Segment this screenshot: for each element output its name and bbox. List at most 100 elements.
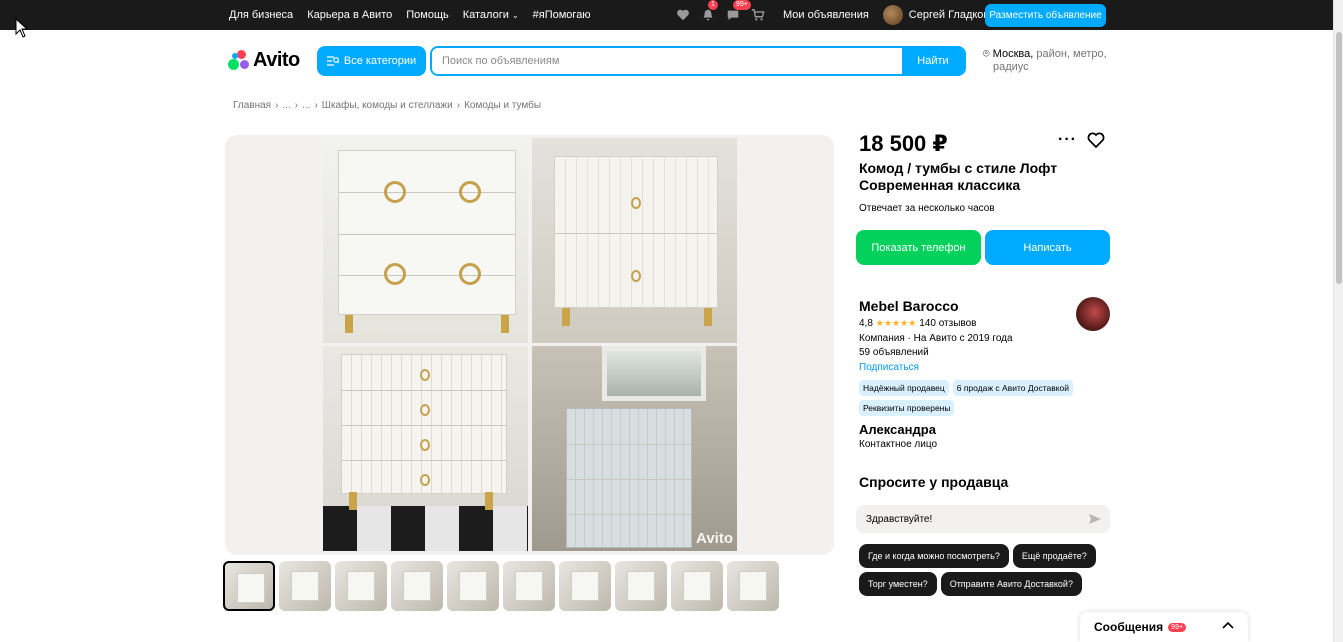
breadcrumb-item[interactable]: Шкафы, комоды и стеллажи (322, 100, 453, 111)
link-catalogs-label: Каталоги (462, 9, 509, 21)
search-bar: Найти (430, 46, 966, 76)
scrollbar-thumb[interactable] (1336, 32, 1342, 284)
messages-widget-badge: 99+ (1168, 622, 1187, 632)
quick-question-chip[interactable]: Торг уместен? (859, 572, 937, 596)
all-categories-button[interactable]: Все категории (317, 46, 426, 76)
messages-badge: 99+ (733, 0, 751, 10)
post-ad-button[interactable]: Разместить объявление (985, 4, 1106, 27)
location-rest: район, метро, (1036, 48, 1107, 60)
seller-avatar[interactable] (1076, 297, 1110, 331)
chat-icon[interactable]: 99+ (725, 0, 751, 23)
link-career[interactable]: Карьера в Авито (307, 9, 392, 21)
search-input[interactable] (432, 48, 902, 74)
reviews-count: 140 отзывов (919, 318, 977, 329)
breadcrumb: Главная › ... › ... › Шкафы, комоды и стелл… (233, 100, 541, 111)
top-right-controls: 1 99+ Мои объявления Сергей Гладков ⌄ (675, 0, 999, 30)
show-phone-button[interactable]: Показать телефон (856, 230, 981, 265)
quick-question-chip[interactable]: Ещё продаёте? (1012, 544, 1096, 568)
thumbnail-strip (223, 561, 779, 611)
logo-text: Avito (253, 49, 300, 71)
seller-ads-count[interactable]: 59 объявлений (859, 347, 929, 358)
photo-gallery[interactable]: Avito (225, 135, 834, 555)
star-icon: ★★★★★ (875, 318, 917, 328)
thumbnail[interactable] (559, 561, 611, 611)
link-help-tag[interactable]: #яПомогаю (533, 9, 591, 21)
dresser-image (338, 150, 516, 315)
quick-question-chip[interactable]: Отправите Авито Доставкой? (940, 572, 1082, 596)
ask-seller-title: Спросите у продавца (859, 474, 1009, 490)
cart-icon[interactable] (750, 7, 766, 23)
thumbnail[interactable] (503, 561, 555, 611)
dresser-image (554, 156, 718, 308)
link-business[interactable]: Для бизнеса (229, 9, 293, 21)
mouse-cursor-icon (15, 18, 29, 38)
listing-price: 18 500 ₽ (859, 131, 948, 156)
breadcrumb-item[interactable]: Комоды и тумбы (464, 100, 541, 111)
breadcrumb-item[interactable]: ... (282, 100, 290, 111)
thumbnail[interactable] (727, 561, 779, 611)
send-icon[interactable] (1088, 512, 1102, 526)
avito-logo[interactable]: Avito (228, 49, 300, 72)
rating-value: 4,8 (859, 318, 873, 329)
more-options-icon[interactable]: ··· (1058, 131, 1077, 149)
thumbnail[interactable] (671, 561, 723, 611)
subscribe-link[interactable]: Подписаться (859, 362, 919, 373)
location-city: Москва, (992, 48, 1034, 60)
thumbnail[interactable] (335, 561, 387, 611)
scrollbar[interactable] (1333, 0, 1343, 642)
messages-widget[interactable]: Сообщения 99+ (1080, 612, 1248, 642)
quick-questions: Где и когда можно посмотреть? Ещё продаё… (859, 544, 1119, 596)
search-list-icon (326, 56, 339, 66)
product-photo (323, 138, 528, 343)
chevron-up-icon[interactable] (1222, 620, 1234, 632)
seller-name[interactable]: Mebel Barocco (859, 298, 959, 314)
location-pin-icon: ⌾ (983, 48, 990, 60)
product-photo (323, 346, 528, 551)
quick-question-chip[interactable]: Где и когда можно посмотреть? (859, 544, 1009, 568)
chevron-down-icon: ⌄ (511, 11, 519, 20)
contact-role: Контактное лицо (859, 439, 938, 450)
all-categories-label: Все категории (343, 55, 417, 67)
favorite-heart-icon[interactable] (1087, 131, 1105, 149)
dresser-image (566, 408, 692, 548)
my-ads-link[interactable]: Мои объявления (783, 9, 869, 21)
photo-watermark: Avito (696, 530, 733, 547)
location-radius: радиус (993, 61, 1029, 73)
contact-name: Александра (859, 422, 936, 437)
top-bar: Для бизнеса Карьера в Авито Помощь Катал… (0, 0, 1343, 30)
thumbnail[interactable] (279, 561, 331, 611)
seller-badge: Надёжный продавец (859, 380, 949, 396)
product-photo: Avito (532, 346, 737, 551)
seller-badge: 6 продаж с Авито Доставкой (952, 380, 1074, 396)
breadcrumb-item[interactable]: Главная (233, 100, 271, 111)
ask-seller-box (856, 505, 1110, 533)
breadcrumb-separator: › (456, 100, 461, 111)
top-links: Для бизнеса Карьера в Авито Помощь Катал… (229, 0, 591, 30)
dresser-image (341, 354, 507, 494)
ask-seller-input[interactable] (856, 513, 1088, 525)
thumbnail[interactable] (447, 561, 499, 611)
breadcrumb-item[interactable]: ... (302, 100, 310, 111)
seller-badge: Реквизиты проверены (859, 400, 955, 416)
thumbnail[interactable] (391, 561, 443, 611)
messages-label: Сообщения (1094, 620, 1164, 634)
listing-title: Комод / тумбы с стиле Лофт Современная к… (859, 160, 1058, 193)
notifications-badge: 1 (708, 0, 718, 10)
bell-icon[interactable]: 1 (700, 0, 718, 23)
link-help[interactable]: Помощь (406, 9, 449, 21)
seller-rating[interactable]: 4,8 ★★★★★ 140 отзывов (859, 318, 976, 329)
location-selector[interactable]: ⌾ Москва, район, метро, радиус (983, 48, 1113, 74)
user-avatar[interactable] (882, 5, 903, 25)
breadcrumb-separator: › (294, 100, 299, 111)
company-info: Компания · На Авито с 2019 года (859, 333, 1013, 344)
reply-time: Отвечает за несколько часов (859, 203, 995, 214)
breadcrumb-separator: › (314, 100, 318, 111)
breadcrumb-separator: › (275, 100, 279, 111)
logo-dots-icon (228, 49, 250, 72)
search-button[interactable]: Найти (902, 48, 964, 74)
write-message-button[interactable]: Написать (985, 230, 1110, 265)
thumbnail[interactable] (223, 561, 275, 611)
link-catalogs[interactable]: Каталоги ⌄ (463, 9, 519, 21)
heart-icon[interactable] (675, 7, 691, 23)
thumbnail[interactable] (615, 561, 667, 611)
